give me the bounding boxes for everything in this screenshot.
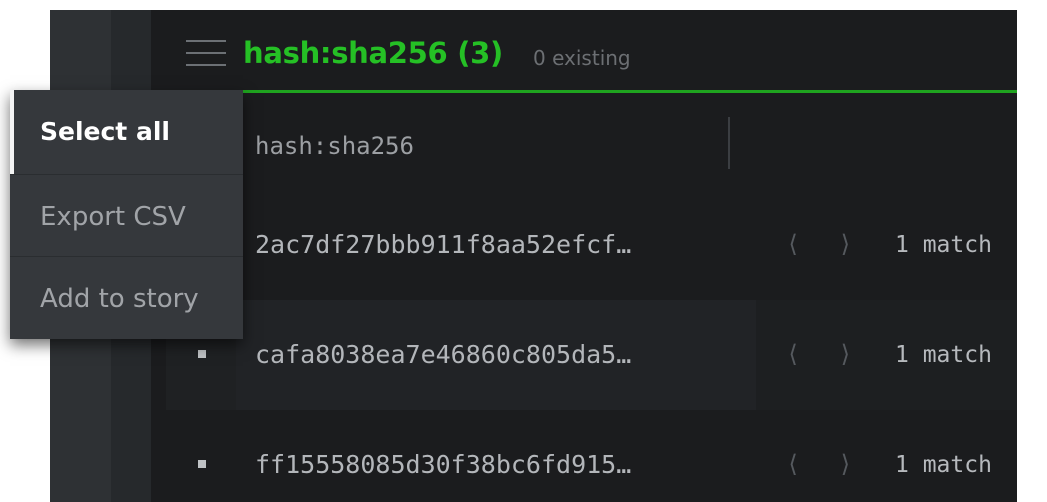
column-header-hash: hash:sha256	[255, 132, 414, 160]
menu-item-label: Add to story	[40, 284, 199, 314]
chevron-left-icon[interactable]: ⟨	[786, 230, 800, 258]
menu-item-label: Select all	[40, 117, 170, 146]
match-count: 1 match	[895, 452, 992, 478]
hash-value: 2ac7df27bbb911f8aa52efcf…	[255, 230, 632, 259]
panel-title: hash:sha256 (3)	[243, 36, 504, 70]
match-count: 1 match	[895, 342, 992, 368]
existing-count: 0 existing	[533, 46, 631, 70]
indicator-panel: hash:sha256 (3) 0 existing hash:sha256 2…	[151, 10, 1017, 502]
bullet-icon	[198, 460, 206, 468]
match-count: 1 match	[895, 232, 992, 258]
actions-dropdown-menu: Select all Export CSV Add to story	[10, 90, 243, 339]
panel-header: hash:sha256 (3) 0 existing	[151, 10, 1017, 93]
chevron-right-icon[interactable]: ⟩	[838, 230, 852, 258]
menu-item-export-csv[interactable]: Export CSV	[10, 175, 243, 259]
chevron-right-icon[interactable]: ⟩	[838, 450, 852, 478]
table-row[interactable]: ff15558085d30f38bc6fd915… ⟨ ⟩ 1 match	[166, 410, 1017, 502]
bullet-icon	[198, 350, 206, 358]
hash-value: cafa8038ea7e46860c805da5…	[255, 340, 632, 369]
chevron-left-icon[interactable]: ⟨	[786, 450, 800, 478]
hamburger-icon[interactable]	[186, 38, 226, 70]
chevron-right-icon[interactable]: ⟩	[838, 340, 852, 368]
menu-item-label: Export CSV	[40, 202, 186, 232]
column-divider	[728, 117, 730, 169]
menu-item-select-all[interactable]: Select all	[10, 90, 243, 174]
table-row[interactable]: 2ac7df27bbb911f8aa52efcf… ⟨ ⟩ 1 match	[166, 190, 1017, 300]
chevron-left-icon[interactable]: ⟨	[786, 340, 800, 368]
table-row[interactable]: cafa8038ea7e46860c805da5… ⟨ ⟩ 1 match	[166, 300, 1017, 410]
menu-item-add-to-story[interactable]: Add to story	[10, 257, 243, 341]
hash-value: ff15558085d30f38bc6fd915…	[255, 450, 632, 479]
page: hash:sha256 (3) 0 existing hash:sha256 2…	[0, 0, 1047, 502]
